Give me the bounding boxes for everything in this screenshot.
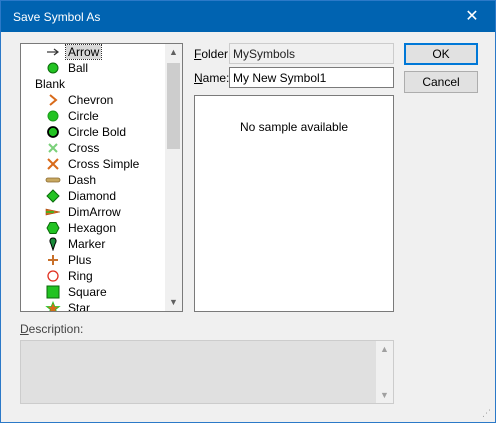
chevron-icon [45, 93, 61, 107]
scroll-thumb[interactable] [167, 63, 180, 149]
symbol-label: Blank [35, 77, 66, 91]
dash-icon [45, 173, 61, 187]
marker-icon [45, 237, 61, 252]
circle-bold-icon [45, 125, 61, 139]
symbol-label: Ball [68, 61, 89, 75]
ok-button[interactable]: OK [404, 43, 478, 65]
cross-icon [45, 141, 61, 155]
preview-message: No sample available [239, 120, 349, 134]
symbol-label: Ring [68, 269, 93, 283]
symbol-list-item[interactable]: Chevron [21, 92, 182, 108]
hexagon-icon [45, 221, 61, 235]
folder-field: MySymbols [229, 43, 394, 64]
title-bar: Save Symbol As ✕ [1, 1, 495, 32]
desc-scroll-up-icon[interactable]: ▲ [376, 344, 393, 354]
symbol-label: Arrow [64, 44, 103, 60]
diamond-icon [45, 189, 61, 203]
name-label: Name: [194, 71, 230, 85]
symbol-list-item[interactable]: Ball [21, 60, 182, 76]
symbol-list-scrollbar[interactable]: ▲ ▼ [165, 44, 182, 311]
symbol-list[interactable]: Arrow Ball Blank Chevron Circle Circle Bold Cr… [20, 43, 183, 312]
symbol-label: Cross Simple [68, 157, 140, 171]
close-icon[interactable]: ✕ [449, 1, 495, 32]
symbol-list-item[interactable]: Cross Simple [21, 156, 182, 172]
resize-grip-icon[interactable]: ⋰ [482, 408, 491, 419]
cross-simple-icon [45, 157, 61, 171]
symbol-list-item[interactable]: Diamond [21, 188, 182, 204]
cancel-button[interactable]: Cancel [404, 71, 478, 93]
symbol-label: Hexagon [68, 221, 117, 235]
window-title: Save Symbol As [13, 10, 101, 24]
symbol-label: Cross [68, 141, 100, 155]
symbol-label: Dash [68, 173, 97, 187]
symbol-list-item[interactable]: Dash [21, 172, 182, 188]
symbol-label: Marker [68, 237, 106, 251]
symbol-label: Circle [68, 109, 99, 123]
dimarrow-icon [45, 205, 61, 219]
symbol-list-item[interactable]: Plus [21, 252, 182, 268]
desc-scroll-down-icon[interactable]: ▼ [376, 390, 393, 400]
symbol-list-item[interactable]: Blank [21, 76, 182, 92]
symbol-label: Square [68, 285, 107, 299]
description-scrollbar[interactable]: ▲ ▼ [376, 341, 393, 403]
square-icon [45, 285, 61, 299]
scroll-up-icon[interactable]: ▲ [165, 44, 182, 61]
ball-icon [45, 61, 61, 75]
symbol-list-item[interactable]: DimArrow [21, 204, 182, 220]
symbol-list-item[interactable]: Circle Bold [21, 124, 182, 140]
symbol-label: Plus [68, 253, 92, 267]
plus-icon [45, 253, 61, 267]
symbol-list-item[interactable]: Star [21, 300, 182, 312]
symbol-list-item[interactable]: Ring [21, 268, 182, 284]
symbol-label: Diamond [68, 189, 117, 203]
save-symbol-dialog: Save Symbol As ✕ Arrow Ball Blank Chevron Ci… [0, 0, 496, 423]
description-field[interactable]: ▲ ▼ [20, 340, 394, 404]
scroll-down-icon[interactable]: ▼ [165, 294, 182, 311]
symbol-list-item[interactable]: Circle [21, 108, 182, 124]
symbol-label: Star [68, 301, 91, 312]
ring-icon [45, 269, 61, 283]
description-label: Description: [20, 322, 84, 336]
symbol-list-item[interactable]: Arrow [21, 44, 182, 60]
symbol-list-item[interactable]: Hexagon [21, 220, 182, 236]
symbol-list-item[interactable]: Marker [21, 236, 182, 252]
folder-label: Folder: [194, 47, 232, 61]
star-icon [45, 300, 61, 311]
symbol-list-item[interactable]: Square [21, 284, 182, 300]
symbol-list-item[interactable]: Cross [21, 140, 182, 156]
symbol-label: Chevron [68, 93, 114, 107]
symbol-preview: No sample available [194, 95, 394, 312]
symbol-label: DimArrow [68, 205, 121, 219]
symbol-label: Circle Bold [68, 125, 127, 139]
name-input[interactable]: My New Symbol1 [229, 67, 394, 88]
arrow-icon [45, 45, 61, 59]
circle-icon [45, 109, 61, 123]
